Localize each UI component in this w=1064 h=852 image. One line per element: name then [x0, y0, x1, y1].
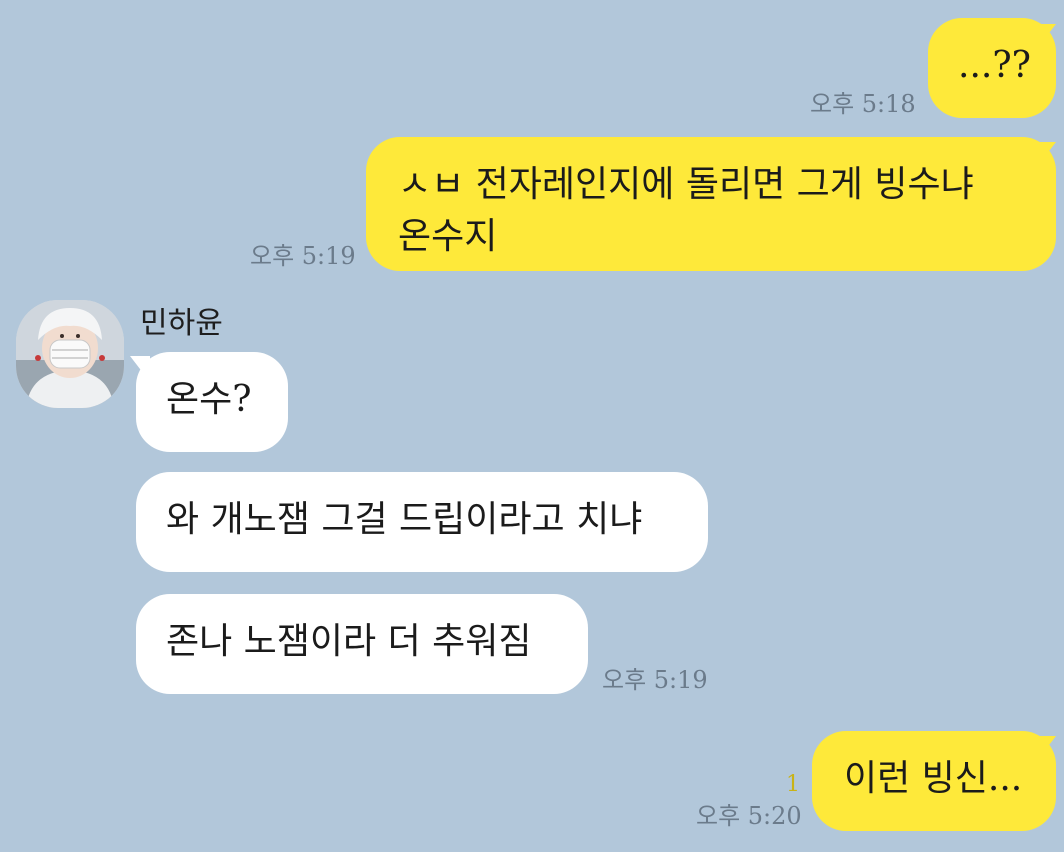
other-message-bubble[interactable]: 온수?: [136, 352, 288, 452]
message-text-line: ㅅㅂ 전자레인지에 돌리면 그게 빙수냐: [398, 164, 974, 205]
unread-count: 1: [786, 772, 800, 797]
message-text: ...??: [958, 45, 1031, 86]
sender-avatar[interactable]: [16, 300, 124, 408]
message-timestamp: 오후 5:19: [602, 666, 708, 694]
my-message-bubble[interactable]: 이런 빙신...: [812, 731, 1056, 831]
my-message-bubble[interactable]: ㅅㅂ 전자레인지에 돌리면 그게 빙수냐 온수지: [366, 137, 1056, 271]
message-text: 이런 빙신...: [844, 758, 1023, 799]
message-timestamp: 오후 5:20: [696, 802, 802, 830]
profile-photo-icon: [16, 300, 124, 408]
message-text-line: 온수지: [398, 216, 498, 257]
message-timestamp: 오후 5:19: [250, 242, 356, 270]
message-text: 존나 노잼이라 더 추워짐: [166, 621, 532, 662]
my-message-bubble[interactable]: ...??: [928, 18, 1056, 118]
sender-name: 민하윤: [140, 306, 223, 341]
other-message-bubble[interactable]: 존나 노잼이라 더 추워짐: [136, 594, 588, 694]
message-timestamp: 오후 5:18: [810, 90, 916, 118]
other-message-bubble[interactable]: 와 개노잼 그걸 드립이라고 치냐: [136, 472, 708, 572]
chat-room: ...?? 오후 5:18 ㅅㅂ 전자레인지에 돌리면 그게 빙수냐 온수지 오…: [0, 0, 1064, 852]
message-text: 온수?: [166, 379, 252, 420]
message-text: 와 개노잼 그걸 드립이라고 치냐: [166, 499, 643, 540]
